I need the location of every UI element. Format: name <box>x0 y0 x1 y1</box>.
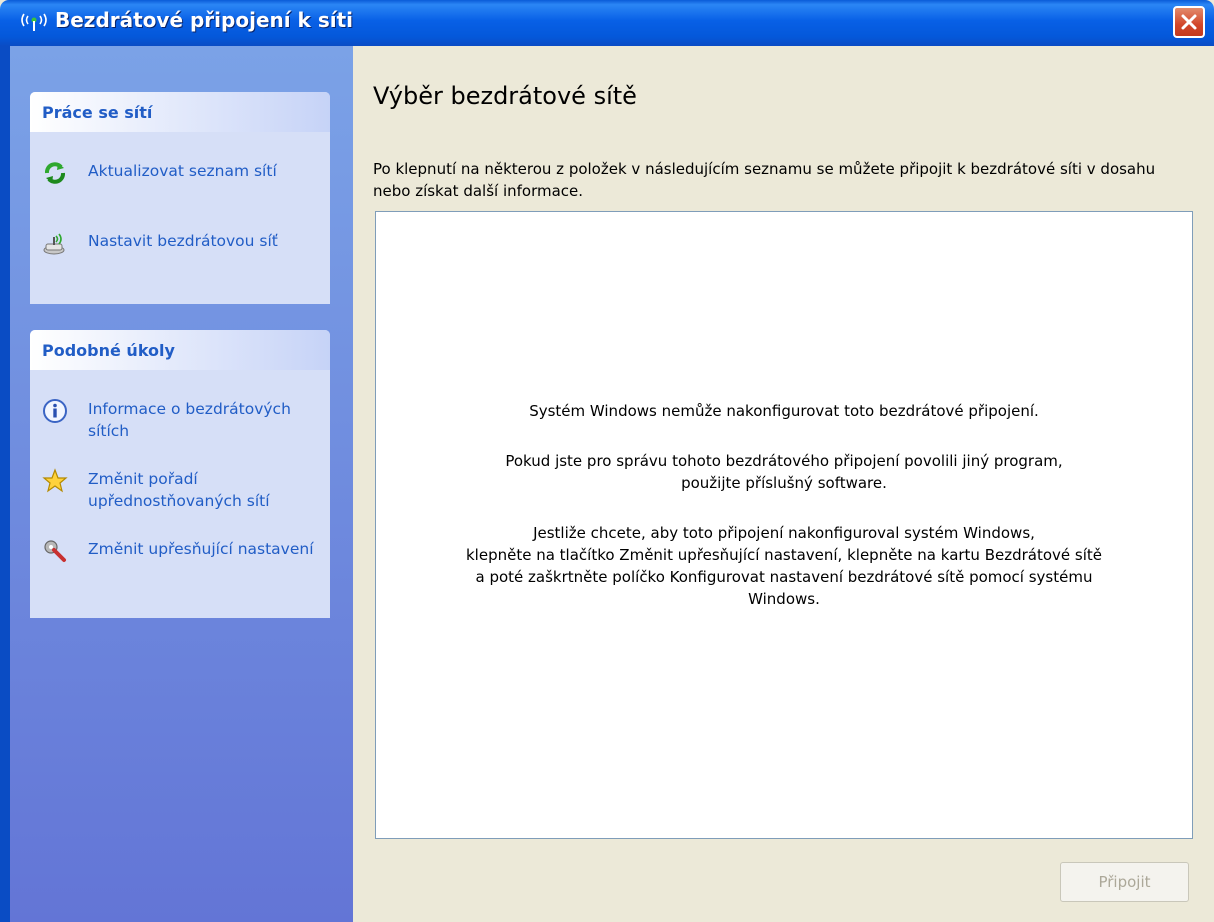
refresh-network-list-label: Aktualizovat seznam sítí <box>88 162 277 180</box>
wireless-setup-icon <box>43 233 65 255</box>
connect-button[interactable]: Připojit <box>1060 862 1189 902</box>
task-pane: Práce se sítí Aktualizovat seznam sítí N… <box>10 46 353 922</box>
change-network-order-label: Změnit pořadí upřednostňovaných sítí <box>88 470 270 510</box>
related-tasks-title: Podobné úkoly <box>42 341 175 360</box>
network-list[interactable]: Systém Windows nemůže nakonfigurovat tot… <box>375 211 1193 839</box>
related-tasks-header[interactable]: Podobné úkoly <box>30 330 330 370</box>
setup-wireless-network-label: Nastavit bezdrátovou síť <box>88 232 278 250</box>
info-icon <box>43 399 67 423</box>
intro-text: Po klepnutí na některou z položek v násl… <box>373 160 1156 200</box>
advanced-settings-label: Změnit upřesňující nastavení <box>88 540 314 558</box>
wireless-info-label: Informace o bezdrátových sítích <box>88 400 291 440</box>
status-message-cannot-configure: Systém Windows nemůže nakonfigurovat tot… <box>529 402 1039 420</box>
refresh-icon <box>45 162 65 184</box>
setup-wireless-network-link[interactable]: Nastavit bezdrátovou síť <box>42 230 322 260</box>
status-message-instructions: Jestliže chcete, aby toto připojení nako… <box>465 524 1103 608</box>
network-tasks-panel: Práce se sítí Aktualizovat seznam sítí N… <box>30 92 330 304</box>
tools-icon <box>44 540 66 562</box>
window-title: Bezdrátové připojení k síti <box>55 8 353 32</box>
close-icon <box>1181 14 1197 30</box>
wireless-signal-icon <box>21 13 47 31</box>
title-bar[interactable]: Bezdrátové připojení k síti <box>0 0 1214 46</box>
network-tasks-header[interactable]: Práce se sítí <box>30 92 330 132</box>
advanced-settings-link[interactable]: Změnit upřesňující nastavení <box>42 538 322 586</box>
star-icon <box>42 468 68 493</box>
main-content: Výběr bezdrátové sítě Po klepnutí na něk… <box>353 46 1214 922</box>
refresh-network-list-link[interactable]: Aktualizovat seznam sítí <box>42 160 322 190</box>
status-message-other-program: Pokud jste pro správu tohoto bezdrátovéh… <box>505 452 1063 492</box>
close-button[interactable] <box>1173 6 1205 38</box>
related-tasks-panel: Podobné úkoly Informace o bezdrátových s… <box>30 330 330 618</box>
wireless-info-link[interactable]: Informace o bezdrátových sítích <box>42 398 322 446</box>
network-tasks-title: Práce se sítí <box>42 103 153 122</box>
window-frame-left <box>0 46 10 922</box>
page-title: Výběr bezdrátové sítě <box>373 82 637 110</box>
change-network-order-link[interactable]: Změnit pořadí upřednostňovaných sítí <box>42 468 322 516</box>
